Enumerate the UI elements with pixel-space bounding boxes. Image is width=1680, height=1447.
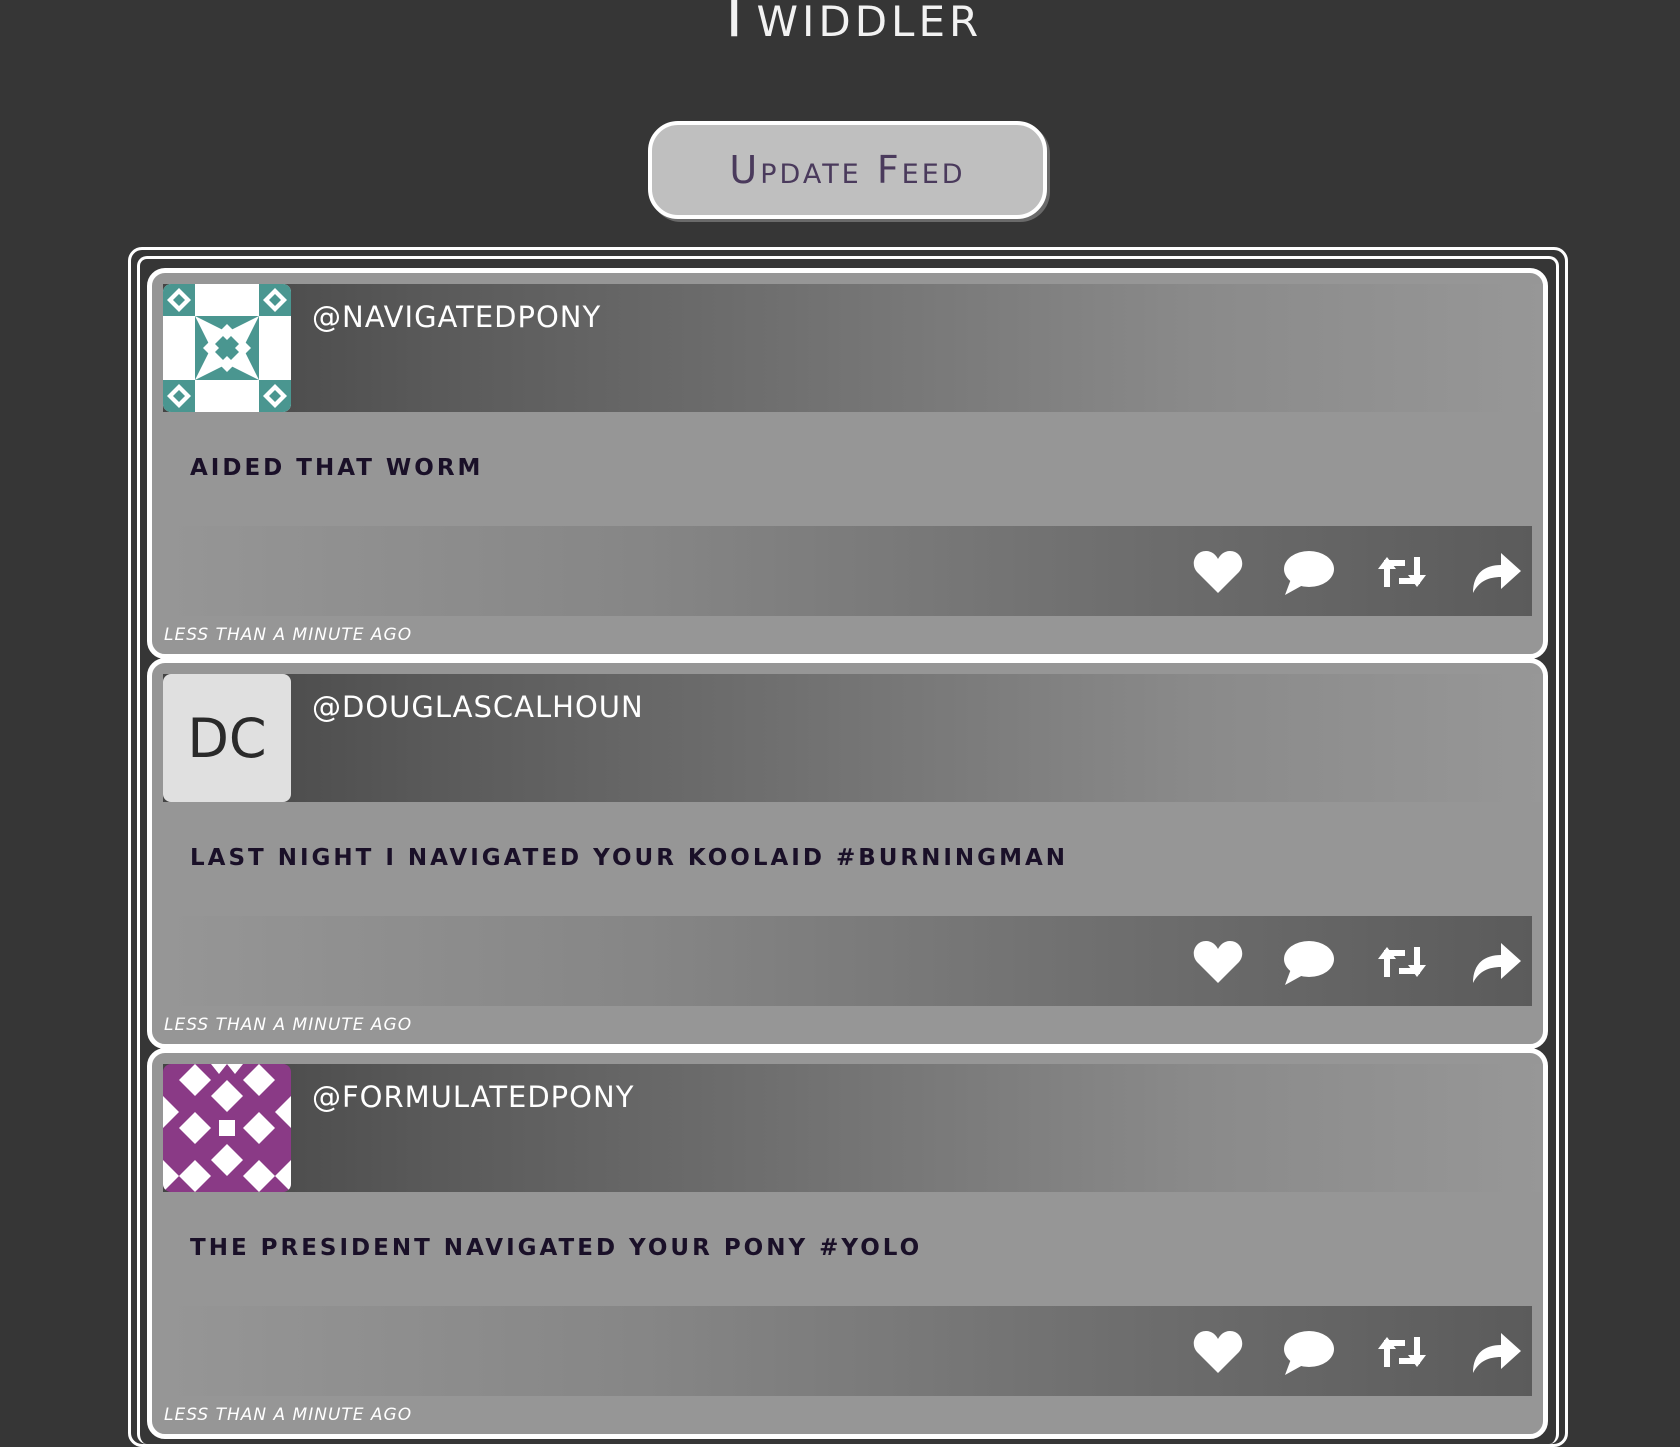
tweet-timestamp: LESS THAN A MINUTE AGO [164,625,413,645]
retweet-icon [1378,557,1426,587]
tweet-handle[interactable]: @DOUGLASCALHOUN [312,690,644,724]
tweet-card: @NAVIGATEDPONY AIDED THAT WORM LESS THAN… [147,268,1548,659]
heart-icon [1193,551,1243,593]
tweet-timestamp: LESS THAN A MINUTE AGO [164,1405,413,1425]
app-title: Twiddler [715,0,983,51]
avatar-initials: DC [163,674,291,802]
like-button[interactable] [1191,545,1245,599]
retweet-button[interactable] [1375,935,1429,989]
tweet-action-bar [163,1306,1532,1396]
update-feed-button[interactable]: Update Feed [648,121,1047,219]
retweet-icon [1378,1337,1426,1367]
comment-button[interactable] [1281,935,1335,989]
retweet-button[interactable] [1375,545,1429,599]
like-button[interactable] [1191,935,1245,989]
tweet-header: @NAVIGATEDPONY [163,284,1543,412]
avatar[interactable]: DC [163,674,291,802]
comment-icon [1284,551,1334,595]
comment-icon [1284,941,1334,985]
like-button[interactable] [1191,1325,1245,1379]
tweet-header: DC @DOUGLASCALHOUN [163,674,1543,802]
tweet-message: LAST NIGHT I NAVIGATED YOUR KOOLAID #BUR… [190,845,1068,871]
avatar[interactable] [163,1064,291,1192]
retweet-icon [1378,947,1426,977]
tweet-card: @FORMULATEDPONY THE PRESIDENT NAVIGATED … [147,1048,1548,1439]
tweet-message: AIDED THAT WORM [190,455,484,481]
identicon-teal-icon [163,284,291,412]
share-button[interactable] [1469,545,1523,599]
heart-icon [1193,1331,1243,1373]
heart-icon [1193,941,1243,983]
tweet-header: @FORMULATEDPONY [163,1064,1543,1192]
tweet-action-bar [163,916,1532,1006]
share-button[interactable] [1469,1325,1523,1379]
comment-icon [1284,1331,1334,1375]
tweet-card: DC @DOUGLASCALHOUN LAST NIGHT I NAVIGATE… [147,658,1548,1049]
share-icon [1473,943,1521,983]
share-button[interactable] [1469,935,1523,989]
tweet-handle[interactable]: @FORMULATEDPONY [312,1080,634,1114]
avatar[interactable] [163,284,291,412]
comment-button[interactable] [1281,545,1335,599]
tweet-timestamp: LESS THAN A MINUTE AGO [164,1015,413,1035]
retweet-button[interactable] [1375,1325,1429,1379]
share-icon [1473,553,1521,593]
identicon-purple-icon [163,1064,291,1192]
tweet-action-bar [163,526,1532,616]
comment-button[interactable] [1281,1325,1335,1379]
tweet-handle[interactable]: @NAVIGATEDPONY [312,300,601,334]
share-icon [1473,1333,1521,1373]
tweet-message: THE PRESIDENT NAVIGATED YOUR PONY #YOLO [190,1235,923,1261]
